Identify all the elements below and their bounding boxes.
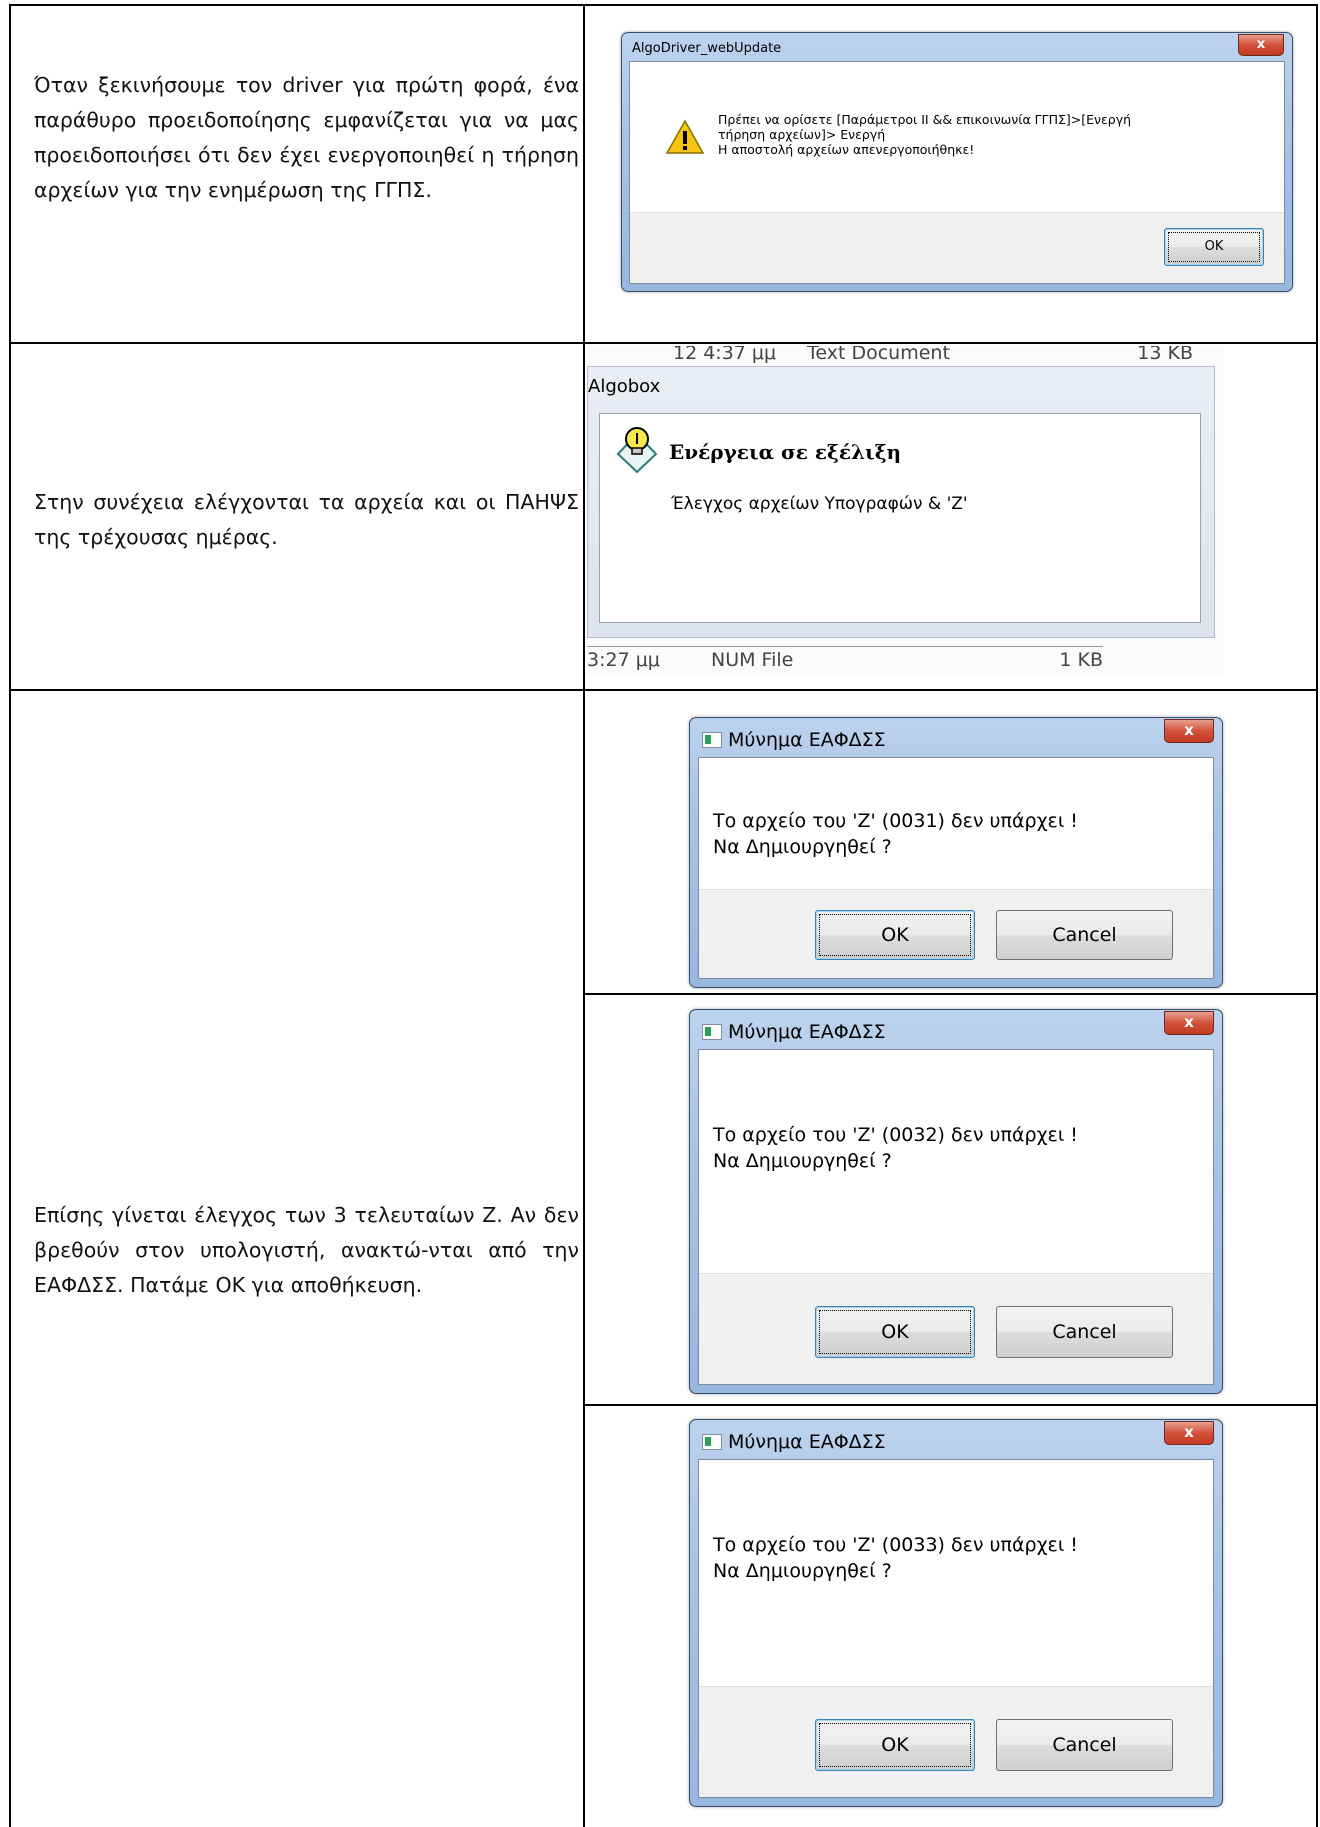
button-bar: OK Cancel [699,1686,1213,1797]
button-bar: OK Cancel [699,889,1213,978]
z-dialog-3: Μύνημα ΕΑΦΔΣΣ x Το αρχείο του 'Ζ' (0033)… [689,1419,1223,1807]
message-line: Η αποστολή αρχείων απενεργοποιήθηκε! [718,142,975,157]
table-border-left [9,4,11,1827]
lightbulb-icon [616,427,658,474]
z-dialog-2: Μύνημα ΕΑΦΔΣΣ x Το αρχείο του 'Ζ' (0032)… [689,1009,1223,1394]
close-icon: x [1256,37,1266,52]
cancel-button[interactable]: Cancel [996,1719,1173,1771]
file-type: NUM File [711,649,794,671]
app-icon [702,732,722,748]
dialog-title: Μύνημα ΕΑΦΔΣΣ [728,1431,886,1453]
ok-button[interactable]: OK [815,1719,975,1771]
close-icon: x [1184,1013,1194,1031]
focus-rect [819,1723,971,1767]
file-size: 13 KB [1137,346,1193,364]
file-row-top: 12 4:37 μμ Text Document 13 KB [673,346,1193,367]
ok-button[interactable]: OK [815,910,975,960]
dialog-body: Το αρχείο του 'Ζ' (0033) δεν υπάρχει ! Ν… [698,1459,1214,1798]
warning-dialog: AlgoDriver_webUpdate x Πρέπει να ορίσετε… [621,32,1293,292]
close-button[interactable]: x [1164,719,1214,743]
dialog-body: Πρέπει να ορίσετε [Παράμετροι ΙΙ && επικ… [629,61,1285,284]
focus-rect [819,1310,971,1354]
table-row-divider [9,689,1318,691]
message-line: τήρηση αρχείων]> Ενεργή [718,127,886,142]
algobox-panel: Ενέργεια σε εξέλιξη Έλεγχος αρχείων Υπογ… [599,413,1201,623]
cancel-button-label: Cancel [1052,924,1117,946]
close-icon: x [1184,1423,1194,1441]
message-line: Το αρχείο του 'Ζ' (0031) δεν υπάρχει ! [713,810,1078,832]
file-size: 1 KB [1059,649,1103,671]
close-button[interactable]: x [1164,1011,1214,1035]
button-bar: OK [630,212,1284,283]
table-border-right [1316,4,1318,1827]
cancel-button[interactable]: Cancel [996,910,1173,960]
row3-description: Επίσης γίνεται έλεγχος των 3 τελευταίων … [34,1203,579,1297]
algobox-title: Algobox [588,376,661,397]
file-type: Text Document [807,346,950,364]
table-cell-divider [585,993,1318,995]
row1-description: Όταν ξεκινήσουμε τον driver για πρώτη φο… [34,73,579,202]
table-row-divider [9,342,1318,344]
algobox-message: Έλεγχος αρχείων Υπογραφών & 'Ζ' [671,494,968,514]
message-line: Να Δημιουργηθεί ? [713,836,892,858]
app-icon [702,1024,722,1040]
message-line: Το αρχείο του 'Ζ' (0033) δεν υπάρχει ! [713,1534,1078,1556]
dialog-message: Το αρχείο του 'Ζ' (0031) δεν υπάρχει ! Ν… [713,808,1078,860]
dialog-message: Το αρχείο του 'Ζ' (0033) δεν υπάρχει ! Ν… [713,1532,1078,1584]
dialog-title: Μύνημα ΕΑΦΔΣΣ [728,1021,886,1043]
dialog-title: AlgoDriver_webUpdate [632,41,782,56]
dialog-body: Το αρχείο του 'Ζ' (0031) δεν υπάρχει ! Ν… [698,757,1214,979]
cancel-button-label: Cancel [1052,1321,1117,1343]
close-button[interactable]: x [1164,1421,1214,1445]
focus-rect [819,914,971,956]
button-bar: OK Cancel [699,1273,1213,1384]
message-line: Πρέπει να ορίσετε [Παράμετροι ΙΙ && επικ… [718,112,1132,127]
cancel-button-label: Cancel [1052,1734,1117,1756]
table-cell-divider [585,1404,1318,1406]
message-line: Να Δημιουργηθεί ? [713,1150,892,1172]
dialog-title: Μύνημα ΕΑΦΔΣΣ [728,729,886,751]
close-button[interactable]: x [1238,34,1284,56]
table-column-divider [583,4,585,1827]
dialog-message: Το αρχείο του 'Ζ' (0032) δεν υπάρχει ! Ν… [713,1122,1078,1174]
cancel-button[interactable]: Cancel [996,1306,1173,1358]
file-time: 12 4:37 μμ [673,346,777,364]
warning-message: Πρέπει να ορίσετε [Παράμετροι ΙΙ && επικ… [718,112,1131,157]
file-time: 3:27 μμ [587,649,660,671]
file-row-bottom: 3:27 μμ NUM File 1 KB [587,646,1103,673]
z-dialog-1: Μύνημα ΕΑΦΔΣΣ x Το αρχείο του 'Ζ' (0031)… [689,717,1223,988]
app-icon [702,1434,722,1450]
dialog-body: Το αρχείο του 'Ζ' (0032) δεν υπάρχει ! Ν… [698,1049,1214,1385]
table-border-top [9,4,1318,6]
message-line: Να Δημιουργηθεί ? [713,1560,892,1582]
ok-button[interactable]: OK [1164,228,1264,266]
ok-button[interactable]: OK [815,1306,975,1358]
algobox-window: Algobox Ενέργεια σε εξέλιξη Έλεγχος αρχε… [587,366,1215,638]
algobox-heading: Ενέργεια σε εξέλιξη [669,440,902,464]
warning-icon [665,119,705,154]
focus-rect [1168,232,1260,262]
algobox-screenshot: 12 4:37 μμ Text Document 13 KB Algobox Ε… [587,346,1223,676]
message-line: Το αρχείο του 'Ζ' (0032) δεν υπάρχει ! [713,1124,1078,1146]
row2-description: Στην συνέχεια ελέγχονται τα αρχεία και ο… [34,490,579,549]
close-icon: x [1184,721,1194,739]
